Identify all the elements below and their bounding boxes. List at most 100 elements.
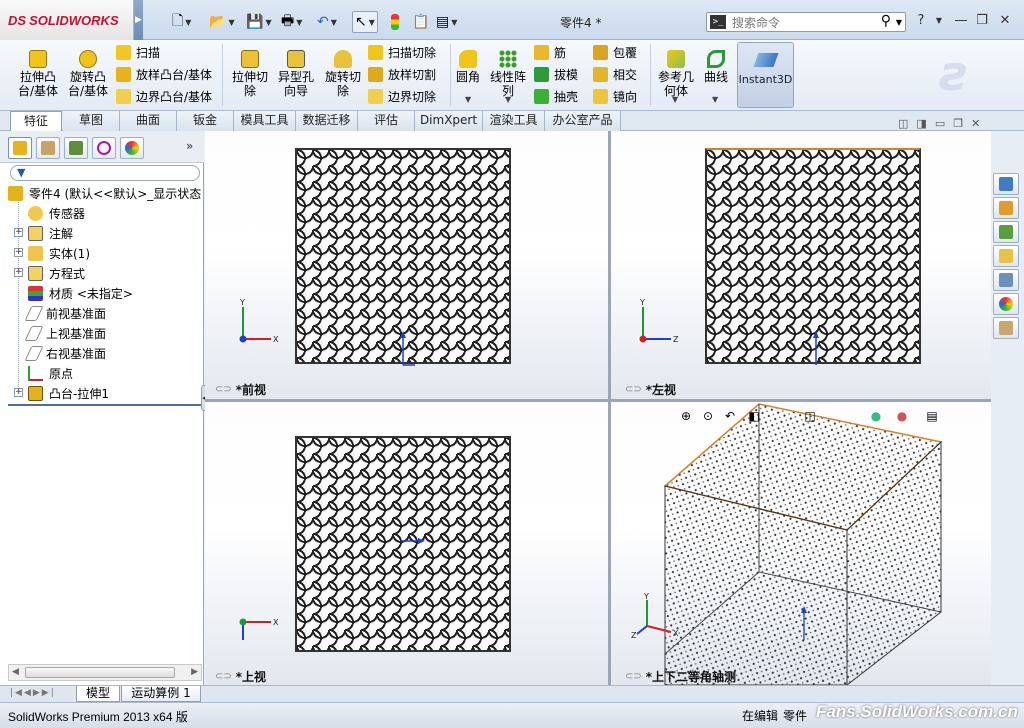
wrap-button[interactable]: 包覆 [593,42,637,62]
tree-item-material[interactable]: 材质 <未指定> [28,283,133,303]
file-properties-button[interactable]: 📋 [412,11,429,33]
tree-item-right-plane[interactable]: 右视基准面 [24,343,106,363]
draft-button[interactable]: 拔模 [534,64,578,84]
dimxpert-manager-tab[interactable] [92,137,116,159]
home-button[interactable] [993,197,1019,219]
tab-scroll-arrows-icon[interactable]: |◀◀▶▶| [10,688,56,698]
tab-motion-study[interactable]: 运动算例 1 [121,686,201,702]
minimize-button[interactable]: — [952,12,970,30]
intersect-button[interactable]: 相交 [593,64,637,84]
apply-scene-icon[interactable]: ● [893,408,911,424]
search-icon[interactable]: ⚲ [881,13,891,29]
save-button[interactable]: 💾 ▼ [246,11,272,33]
loft-button[interactable]: 放样凸台/基体 [116,64,212,84]
revolved-cut-button[interactable]: 旋转切 除 [320,44,366,98]
chevron-down-icon[interactable]: ▼ [296,18,302,27]
boundary-cut-button[interactable]: 边界切除 [368,86,436,106]
chevron-down-icon[interactable]: ▼ [451,18,457,27]
zoom-to-area-icon[interactable]: ⊙ [699,408,717,424]
custom-properties-button[interactable] [993,317,1019,339]
extruded-boss-button[interactable]: 拉伸凸 台/基体 [14,44,62,98]
hole-wizard-button[interactable]: 异型孔 向导 [274,44,318,98]
chevron-down-icon[interactable]: ▼ [265,18,271,27]
tree-item-top-plane[interactable]: 上视基准面 [24,323,106,343]
property-manager-tab[interactable] [36,137,60,159]
next-view-layout-icon[interactable]: ◨ [916,117,926,130]
link-view-icon[interactable]: ⊂⊃ [625,384,642,395]
curves-button[interactable]: 曲线 [700,44,732,84]
link-view-icon[interactable]: ⊂⊃ [215,384,232,395]
tree-item-solid-bodies[interactable]: + 实体(1) [14,243,90,263]
shell-button[interactable]: 抽壳 [534,86,578,106]
edit-appearance-icon[interactable]: ● [867,408,885,424]
configuration-manager-tab[interactable] [64,137,88,159]
display-manager-tab[interactable] [120,137,144,159]
tab-sheet-metal[interactable]: 钣金 [177,111,234,131]
chevron-down-icon[interactable]: ▼ [505,95,511,104]
prev-view-layout-icon[interactable]: ◫ [898,117,908,130]
instant3d-button[interactable]: Instant3D [737,42,794,108]
sweep-button[interactable]: 扫描 [116,42,160,62]
scroll-left-icon[interactable]: ◀ [12,665,19,680]
fillet-button[interactable]: 圆角 [452,44,484,84]
tab-render-tools[interactable]: 渲染工具 [483,111,545,131]
linear-pattern-button[interactable]: 线性阵 列 [486,44,530,98]
solidworks-resources-button[interactable] [993,173,1019,195]
expand-icon[interactable]: + [14,388,23,397]
mirror-button[interactable]: 镜向 [593,86,637,106]
help-button[interactable]: ? [912,12,930,30]
new-file-button[interactable]: 🗋 ▼ [172,11,191,33]
design-library-button[interactable] [993,221,1019,243]
solidworks-logo[interactable]: DS SOLIDWORKS [0,0,134,40]
top-view-pane[interactable]: X ⊂⊃ *上视 [205,402,608,685]
chevron-down-icon[interactable]: ▼ [672,95,678,104]
tree-item-annotations[interactable]: + 注解 [14,223,73,243]
restore-button[interactable]: ❐ [973,12,991,30]
extruded-cut-button[interactable]: 拉伸切 除 [228,44,272,98]
chevron-down-icon[interactable]: ▼ [465,95,471,104]
isometric-view-pane[interactable]: Y X Z ⊂⊃ *上下二等角轴测 ⊕ ⊙ ↶ ◧ ◫ ● ● ▤ [611,402,991,685]
viewport-minimize-icon[interactable]: ▭ [935,117,945,130]
select-button[interactable]: ↖ ▼ [352,11,378,33]
file-explorer-button[interactable] [993,245,1019,267]
tree-item-boss-extrude1[interactable]: + 凸台-拉伸1 [14,383,109,403]
chevron-down-icon[interactable]: ▼ [712,95,718,104]
print-button[interactable]: 🖶 ▼ [281,11,302,33]
scroll-thumb[interactable] [25,667,175,678]
expand-icon[interactable]: + [14,268,23,277]
undo-button[interactable]: ↶ ▼ [317,11,337,33]
tab-data-migration[interactable]: 数据迁移 [296,111,358,131]
open-file-button[interactable]: 📂 ▼ [209,11,235,33]
view-orientation-icon[interactable]: ◫ [801,408,819,424]
appearances-button[interactable] [993,293,1019,315]
revolved-boss-button[interactable]: 旋转凸 台/基体 [64,44,112,98]
zoom-to-fit-icon[interactable]: ⊕ [677,408,695,424]
tree-item-origin[interactable]: 原点 [28,363,73,383]
left-view-pane[interactable]: Y Z ⊂⊃ *左视 [611,131,991,399]
front-view-pane[interactable]: Y X ⊂⊃ *前视 [205,131,608,399]
tab-surfaces[interactable]: 曲面 [120,111,177,131]
expand-icon[interactable]: + [14,228,23,237]
chevron-down-icon[interactable]: ▼ [228,18,234,27]
section-view-icon[interactable]: ◧ [745,408,763,424]
viewport-close-icon[interactable]: ✕ [971,117,980,130]
horizontal-scrollbar[interactable]: ◀ ▶ [8,664,202,681]
feature-manager-tab[interactable] [8,137,32,159]
swept-cut-button[interactable]: 扫描切除 [368,42,436,62]
link-view-icon[interactable]: ⊂⊃ [215,671,232,682]
boundary-boss-button[interactable]: 边界凸台/基体 [116,86,212,106]
more-tabs-icon[interactable]: » [186,139,193,153]
close-button[interactable]: ✕ [996,12,1014,30]
chevron-down-icon[interactable]: ▼ [331,18,337,27]
options-button[interactable]: ▤ ▼ [436,11,457,33]
tree-root-part[interactable]: 零件4 (默认<<默认>_显示状态 [8,183,201,203]
chevron-down-icon[interactable]: ▼ [369,18,375,27]
lofted-cut-button[interactable]: 放样切割 [368,64,436,84]
view-palette-button[interactable] [993,269,1019,291]
tab-mold-tools[interactable]: 模具工具 [234,111,296,131]
menu-expand-arrow-icon[interactable]: ▶ [134,0,143,40]
tree-filter-input[interactable]: ▼ [10,165,200,181]
tab-office-products[interactable]: 办公室产品 [545,111,621,131]
command-search-input[interactable]: >_ 搜索命令 ⚲ ▼ [706,12,906,32]
rebuild-button[interactable] [391,11,399,33]
